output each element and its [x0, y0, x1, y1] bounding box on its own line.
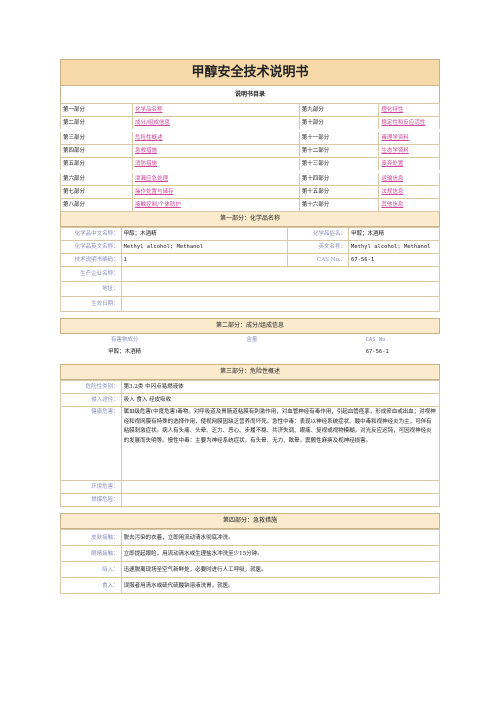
toc-part-number: 第九部分	[298, 103, 380, 117]
section-3-header: 第三部分：危险性概述	[60, 364, 440, 380]
toc-link[interactable]: 生态学资料	[378, 144, 440, 158]
toc-row: 第五部分 消防措施 第十三部分 废弃处置	[60, 157, 440, 172]
component-name: 甲醇；木酒精	[108, 349, 142, 355]
toc-part-number: 第三部分	[60, 130, 133, 145]
toc-link[interactable]: 稳定性和反应活性	[378, 116, 440, 131]
section-2-header: 第二部分：成分/组成信息	[60, 318, 440, 334]
entry-route-label: 侵入途径：	[60, 393, 122, 407]
toc-link[interactable]: 泄漏应急处理	[132, 171, 300, 186]
toc-row: 第二部分 成分/组成信息 第十部分 稳定性和反应活性	[60, 116, 440, 131]
toc-link[interactable]: 接触控制/个体防护	[132, 198, 300, 212]
toc-title: 说明书目录	[60, 86, 440, 103]
health-hazard-label: 健康危害：	[60, 406, 122, 481]
ingestion-label: 食入：	[60, 577, 122, 594]
health-hazard-value: 属Ⅲ级危害(中度危害)毒物。对呼吸道及胃肠道粘膜有刺激作用，对血管神经有毒作用，…	[120, 406, 441, 481]
toc-link[interactable]: 运输信息	[378, 171, 440, 186]
en-name-value: Methyl alcohol; Methanol	[120, 240, 289, 254]
document-title: 甲醇安全技术说明书	[60, 59, 440, 86]
toc-row: 第七部分 操作处置与储存 第十五部分 法规信息	[60, 185, 440, 199]
component-cas: 67-56-1	[365, 349, 389, 355]
toc-link[interactable]: 危险性概述	[132, 130, 300, 145]
toc-part-number: 第十一部分	[298, 130, 380, 145]
toc-part-number: 第十四部分	[298, 171, 380, 186]
code-label: 技术说明书编码：	[60, 253, 122, 267]
toc-link[interactable]: 化学品名称	[132, 103, 300, 117]
env-hazard-value	[120, 480, 441, 494]
section-4-table: 皮肤接触： 脱去污染的衣着，立即用流动清水彻底冲洗。 眼睛接触： 立即提起眼睑，…	[60, 529, 441, 594]
toc-row: 第四部分 急救措施 第十二部分 生态学资料	[60, 144, 440, 158]
toc-part-number: 第八部分	[60, 198, 133, 212]
skin-contact-label: 皮肤接触：	[60, 529, 122, 546]
toc-table: 第一部分 化学品名称 第九部分 理化特性 第二部分 成分/组成信息 第十部分 稳定性和反应活性…	[60, 103, 440, 212]
toc-part-number: 第十二部分	[298, 144, 380, 158]
en-name-label: 化学品英文名称：	[60, 240, 122, 254]
toc-part-number: 第十部分	[298, 116, 380, 131]
document-page: 甲醇安全技术说明书 说明书目录 第一部分 化学品名称 第九部分 理化特性 第二部分 成分/…	[60, 59, 441, 594]
toc-part-number: 第四部分	[60, 144, 133, 158]
toc-part-number: 第六部分	[60, 171, 133, 186]
inhalation-label: 吸入：	[60, 561, 122, 578]
cas-value: 67-56-1	[348, 253, 440, 267]
en-alias-label: 英文名称：	[287, 240, 350, 254]
entry-route-value: 吸入 食入 经皮吸收	[120, 393, 441, 407]
section-4-header: 第四部分：急救措施	[60, 513, 440, 529]
section-1-table: 化学品中文名称： 甲醇；木酒精 化学品俗名： 甲醇；木酒精 化学品英文名称： M…	[60, 227, 441, 312]
eye-contact-value: 立即提起眼睑，用流动清水或生理盐水冲洗至少15分钟。	[120, 545, 441, 562]
date-value	[120, 296, 441, 312]
toc-row: 第八部分 接触控制/个体防护 第十六部分 其他信息	[60, 198, 440, 212]
component-col-header: 有害物成分	[110, 337, 139, 343]
section-3-table: 危险性类别： 第3.2类 中闪点易燃液体 侵入途径： 吸入 食入 经皮吸收 健康…	[60, 380, 441, 507]
hazard-class-value: 第3.2类 中闪点易燃液体	[120, 380, 441, 394]
cn-name-value: 甲醇；木酒精	[120, 227, 289, 241]
inhalation-value: 迅速脱离现场至空气新鲜处，必要时进行人工呼吸，就医。	[120, 561, 441, 578]
toc-part-number: 第十六部分	[298, 198, 380, 212]
toc-row: 第六部分 泄漏应急处理 第十四部分 运输信息	[60, 171, 440, 186]
toc-link[interactable]: 急救措施	[132, 144, 300, 158]
toc-part-number: 第十三部分	[298, 157, 380, 172]
section-2-table: 有害物成分 含量 CAS No. 甲醇；木酒精 67-56-1	[60, 334, 440, 358]
toc-link[interactable]: 法规信息	[378, 185, 440, 199]
ingestion-value: 误服者用清水或硫代硫酸钠溶液洗胃，就医。	[120, 577, 441, 594]
toc-row: 第三部分 危险性概述 第十一部分 毒理学资料	[60, 130, 440, 145]
toc-part-number: 第十五部分	[298, 185, 380, 199]
address-value	[120, 281, 441, 297]
toc-part-number: 第五部分	[60, 157, 133, 172]
toc-link[interactable]: 废弃处置	[378, 157, 440, 172]
toc-part-number: 第一部分	[60, 103, 133, 117]
skin-contact-value: 脱去污染的衣着，立即用流动清水彻底冲洗。	[120, 529, 441, 546]
cn-name-label: 化学品中文名称：	[60, 227, 122, 241]
code-value: 1	[120, 253, 289, 267]
toc-row: 第一部分 化学品名称 第九部分 理化特性	[60, 103, 440, 117]
toc-link[interactable]: 操作处置与储存	[132, 185, 300, 199]
cas-col-header: CAS No.	[365, 337, 389, 343]
cas-label: CAS No.：	[287, 253, 350, 267]
cn-alias-label: 化学品俗名：	[287, 227, 350, 241]
date-label: 生效日期：	[60, 296, 122, 312]
toc-link[interactable]: 毒理学资料	[378, 130, 440, 145]
en-alias-value: Methyl alcohol; Methanol	[348, 240, 440, 254]
fire-hazard-label: 燃爆危险：	[60, 493, 122, 507]
content-col-header: 含量	[246, 337, 258, 343]
toc-link[interactable]: 成分/组成信息	[132, 116, 300, 131]
fire-hazard-value	[120, 493, 441, 507]
section-1-header: 第一部分：化学品名称	[60, 212, 440, 227]
maker-value	[120, 266, 441, 282]
hazard-class-label: 危险性类别：	[60, 380, 122, 394]
toc-link[interactable]: 消防措施	[132, 157, 300, 172]
maker-label: 生产企业名称：	[60, 266, 122, 282]
toc-link[interactable]: 其他信息	[378, 198, 440, 212]
env-hazard-label: 环境危害：	[60, 480, 122, 494]
eye-contact-label: 眼睛接触：	[60, 545, 122, 562]
cn-alias-value: 甲醇；木酒精	[348, 227, 440, 241]
toc-link[interactable]: 理化特性	[378, 103, 440, 117]
toc-part-number: 第七部分	[60, 185, 133, 199]
component-content	[189, 346, 314, 358]
toc-part-number: 第二部分	[60, 116, 133, 131]
address-label: 地址：	[60, 281, 122, 297]
